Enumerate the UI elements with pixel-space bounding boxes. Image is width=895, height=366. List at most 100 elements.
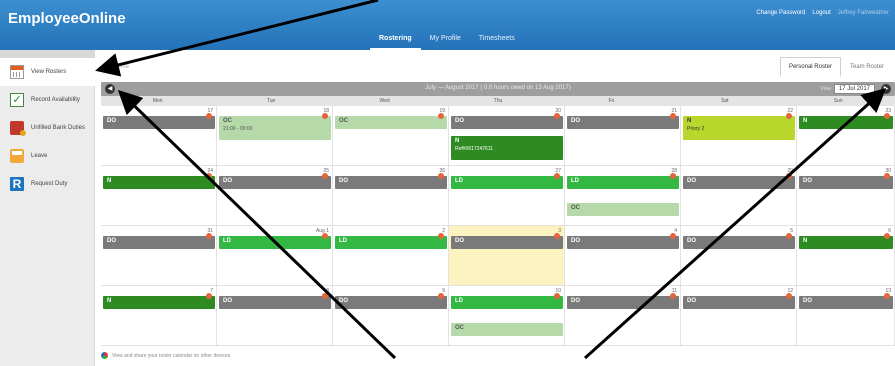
user-name: Jeffrey Fairweather <box>837 10 889 16</box>
calendar-day-cell[interactable]: 26 DO <box>333 166 449 226</box>
shift-block[interactable]: DO <box>451 113 563 129</box>
shift-block[interactable]: OC 21:00 - 09:00 <box>219 113 331 140</box>
shift-block[interactable]: DO <box>103 113 215 129</box>
calendar-day-cell[interactable]: 23 N <box>797 106 895 166</box>
nav-my-profile[interactable]: My Profile <box>421 34 470 50</box>
main-nav: Rostering My Profile Timesheets <box>370 34 524 50</box>
shift-block[interactable]: LD <box>219 233 331 249</box>
shift-block[interactable]: DO <box>683 173 795 189</box>
shift-code: DO <box>571 298 580 304</box>
shift-code: N <box>455 138 460 144</box>
shift-block[interactable]: N <box>799 113 893 129</box>
shift-code: OC <box>455 325 464 331</box>
shift-block[interactable]: LD <box>451 173 563 189</box>
next-month-button[interactable]: ▶ <box>881 84 891 94</box>
shift-block[interactable]: DO <box>103 233 215 249</box>
shift-block[interactable]: LD <box>567 173 679 189</box>
shift-block[interactable]: OC <box>567 203 679 216</box>
change-password-link[interactable]: Change Password <box>756 10 805 16</box>
shift-block[interactable]: N <box>799 233 893 249</box>
tab-team-roster[interactable]: Team Roster <box>841 57 893 77</box>
calendar-day-cell[interactable]: 24 N <box>101 166 217 226</box>
shift-block[interactable]: DO <box>799 293 893 309</box>
tab-personal-roster[interactable]: Personal Roster <box>779 57 841 77</box>
calendar-day-cell[interactable]: 31 DO <box>101 226 217 286</box>
shift-block[interactable]: LD <box>335 233 447 249</box>
top-links: Change Password Logout Jeffrey Fairweath… <box>756 10 889 16</box>
day-header: Sun <box>833 98 843 104</box>
calendar-day-cell[interactable]: 18 OC 21:00 - 09:00 <box>217 106 333 166</box>
calendar-day-cell[interactable]: 8 DO <box>217 286 333 346</box>
calendar-day-cell[interactable]: 27 LD <box>449 166 565 226</box>
breadcrumb[interactable]: Home <box>113 64 129 70</box>
sidebar-item-label: Unfilled Bank Duties <box>31 125 86 131</box>
shift-block[interactable]: DO <box>219 173 331 189</box>
calendar-day-cell[interactable]: 7N <box>101 286 217 346</box>
footer-share-link[interactable]: View and share your roster calendar on o… <box>101 352 230 359</box>
calendar-day-cell[interactable]: 22 N Priory 2 <box>681 106 797 166</box>
calendar-day-cell[interactable]: 30 DO <box>797 166 895 226</box>
sidebar-item-request-duty[interactable]: R Request Duty <box>0 170 94 198</box>
app-logo: EmployeeOnline <box>8 10 126 27</box>
calendar-day-cell[interactable]: 13 DO <box>797 286 895 346</box>
calendar-day-cell[interactable]: 25 DO <box>217 166 333 226</box>
shift-block[interactable]: DO <box>335 173 447 189</box>
sidebar-item-leave[interactable]: Leave <box>0 142 94 170</box>
shift-status-icon <box>554 173 560 179</box>
shift-block[interactable]: OC <box>335 113 447 129</box>
sidebar-spacer <box>0 50 94 58</box>
shift-status-icon <box>206 113 212 119</box>
calendar-day-cell[interactable]: 6N <box>797 226 895 286</box>
request-icon: R <box>10 177 24 191</box>
calendar-day-cell[interactable]: 20 DO N Ref#0617247611 <box>449 106 565 166</box>
calendar-day-cell[interactable]: 10 LD OC <box>449 286 565 346</box>
shift-block[interactable]: LD <box>451 293 563 309</box>
nav-rostering[interactable]: Rostering <box>370 34 421 50</box>
calendar-day-cell[interactable]: 29 DO <box>681 166 797 226</box>
sidebar-item-record-availability[interactable]: ✓ Record Availability <box>0 86 94 114</box>
calendar-day-cell[interactable]: 17 DO <box>101 106 217 166</box>
sidebar-item-view-rosters[interactable]: View Rosters <box>0 58 95 86</box>
calendar-day-cell[interactable]: 11 DO <box>565 286 681 346</box>
shift-code: DO <box>687 298 696 304</box>
calendar-day-cell[interactable]: 28 LD OC <box>565 166 681 226</box>
shift-code: LD <box>455 298 463 304</box>
checkbox-icon: ✓ <box>10 93 24 107</box>
shift-block[interactable]: OC <box>451 323 563 336</box>
shift-code: LD <box>339 238 347 244</box>
shift-block[interactable]: DO <box>567 233 679 249</box>
sidebar-item-unfilled-bank-duties[interactable]: Unfilled Bank Duties <box>0 114 94 142</box>
subheader: Home Personal Roster Team Roster <box>95 50 895 80</box>
calendar-day-cell[interactable]: 4 DO <box>565 226 681 286</box>
shift-status-icon <box>670 293 676 299</box>
calendar-day-cell[interactable]: 21 DO <box>565 106 681 166</box>
shift-block[interactable]: N Priory 2 <box>683 113 795 140</box>
logout-link[interactable]: Logout <box>812 10 830 16</box>
shift-code: OC <box>571 205 580 211</box>
shift-block[interactable]: DO <box>567 293 679 309</box>
calendar-day-cell[interactable]: Aug 1 LD <box>217 226 333 286</box>
shift-block[interactable]: N Ref#0617247611 <box>451 136 563 160</box>
shift-block[interactable]: DO <box>335 293 447 309</box>
shift-block[interactable]: DO <box>799 173 893 189</box>
shift-code: DO <box>571 238 580 244</box>
calendar-day-cell[interactable]: 5 DO <box>681 226 797 286</box>
shift-code: N <box>687 118 692 124</box>
calendar-day-cell[interactable]: 19 OC <box>333 106 449 166</box>
shift-block[interactable]: N <box>103 293 215 309</box>
calendar-day-cell[interactable]: 9 DO <box>333 286 449 346</box>
shift-status-icon <box>438 293 444 299</box>
shift-block[interactable]: DO <box>683 293 795 309</box>
shift-block[interactable]: DO <box>683 233 795 249</box>
sidebar-item-label: Record Availability <box>31 97 80 103</box>
shift-block[interactable]: DO <box>567 113 679 129</box>
view-date-input[interactable]: 17 Jul 2017 <box>833 84 875 94</box>
calendar-day-cell[interactable]: 3 DO <box>449 226 565 286</box>
nav-timesheets[interactable]: Timesheets <box>470 34 524 50</box>
calendar-day-cell[interactable]: 2 LD <box>333 226 449 286</box>
shift-code: LD <box>223 238 231 244</box>
shift-block[interactable]: DO <box>451 233 563 249</box>
calendar-day-cell[interactable]: 12 DO <box>681 286 797 346</box>
shift-block[interactable]: DO <box>219 293 331 309</box>
shift-block[interactable]: N <box>103 173 215 189</box>
